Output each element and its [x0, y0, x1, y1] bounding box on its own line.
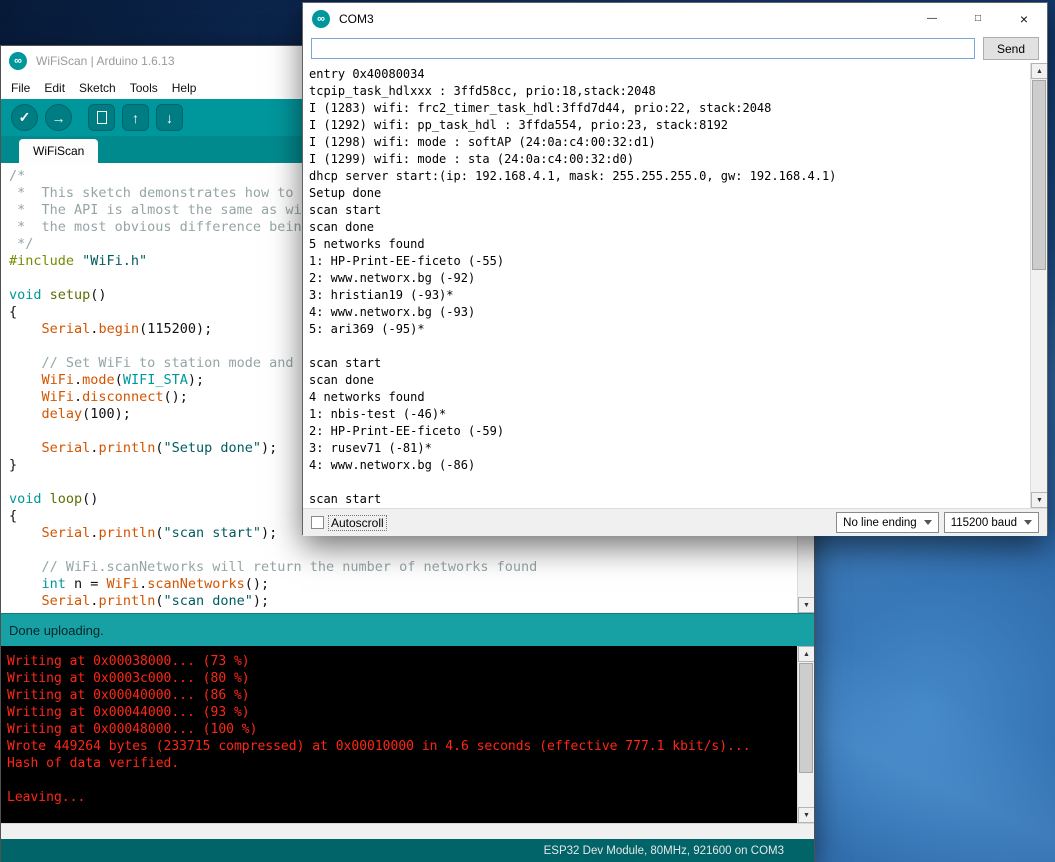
- tab-wifiscan[interactable]: WiFiScan: [19, 139, 98, 163]
- serial-output-line: 1: nbis-test (-46)*: [309, 406, 1047, 423]
- serial-output-line: 2: HP-Print-EE-ficeto (-59): [309, 423, 1047, 440]
- arrow-up-icon: ↑: [132, 110, 139, 126]
- serial-output-line: 4: www.networx.bg (-86): [309, 457, 1047, 474]
- baud-rate-select[interactable]: 115200 baud: [944, 512, 1039, 533]
- arduino-logo-icon: ∞: [9, 52, 27, 70]
- console-line: Hash of data verified.: [7, 755, 814, 772]
- scroll-down-icon[interactable]: ▼: [798, 807, 814, 823]
- serial-bottom-bar: Autoscroll No line ending 115200 baud: [303, 508, 1047, 536]
- code-line: Serial.println("scan done");: [9, 593, 814, 610]
- chevron-down-icon: [924, 520, 932, 525]
- code-line: [9, 542, 814, 559]
- serial-output-line: scan start: [309, 491, 1047, 508]
- serial-output-line: [309, 474, 1047, 491]
- serial-output-line: dhcp server start:(ip: 192.168.4.1, mask…: [309, 168, 1047, 185]
- ide-window-title: WiFiScan | Arduino 1.6.13: [36, 54, 175, 68]
- windows-desktop: ∞ WiFiScan | Arduino 1.6.13 FileEditSket…: [0, 0, 1055, 862]
- serial-output-line: 4: www.networx.bg (-93): [309, 304, 1047, 321]
- serial-output-line: 4 networks found: [309, 389, 1047, 406]
- serial-input[interactable]: [311, 38, 975, 59]
- console-line: Leaving...: [7, 789, 814, 806]
- arrow-right-icon: →: [52, 110, 66, 126]
- menu-file[interactable]: File: [4, 78, 37, 98]
- check-icon: ✓: [19, 109, 31, 126]
- baud-rate-value: 115200 baud: [951, 517, 1017, 529]
- scroll-down-icon[interactable]: ▼: [1031, 492, 1047, 508]
- minimize-icon: —: [927, 13, 937, 24]
- console-line: Wrote 449264 bytes (233715 compressed) a…: [7, 738, 814, 755]
- serial-output-line: scan start: [309, 202, 1047, 219]
- serial-output: entry 0x40080034tcpip_task_hdlxxx : 3ffd…: [303, 63, 1047, 508]
- console-line: Writing at 0x00048000... (100 %): [7, 721, 814, 738]
- serial-output-line: I (1299) wifi: mode : sta (24:0a:c4:00:3…: [309, 151, 1047, 168]
- upload-button[interactable]: →: [45, 104, 72, 131]
- console-line: Writing at 0x00038000... (73 %): [7, 653, 814, 670]
- scroll-up-icon[interactable]: ▲: [798, 646, 814, 662]
- ide-status-message: Done uploading.: [1, 613, 814, 646]
- menu-help[interactable]: Help: [165, 78, 204, 98]
- new-sketch-button[interactable]: [88, 104, 115, 131]
- code-line: int n = WiFi.scanNetworks();: [9, 576, 814, 593]
- maximize-button[interactable]: □: [955, 3, 1001, 34]
- serial-titlebar[interactable]: ∞ COM3 — □ ×: [303, 3, 1047, 34]
- code-line: // WiFi.scanNetworks will return the num…: [9, 559, 814, 576]
- serial-input-row: Send: [303, 34, 1047, 63]
- serial-output-line: scan done: [309, 219, 1047, 236]
- scroll-up-icon[interactable]: ▲: [1031, 63, 1047, 79]
- scroll-down-icon[interactable]: ▼: [798, 597, 814, 613]
- serial-window-title: COM3: [339, 12, 374, 26]
- console-line: [7, 772, 814, 789]
- chevron-down-icon: [1024, 520, 1032, 525]
- tab-label: WiFiScan: [33, 144, 84, 158]
- serial-output-line: I (1298) wifi: mode : softAP (24:0a:c4:0…: [309, 134, 1047, 151]
- menu-tools[interactable]: Tools: [123, 78, 165, 98]
- console-line: Writing at 0x00044000... (93 %): [7, 704, 814, 721]
- serial-output-line: 1: HP-Print-EE-ficeto (-55): [309, 253, 1047, 270]
- save-button[interactable]: ↓: [156, 104, 183, 131]
- serial-scrollbar-thumb[interactable]: [1032, 80, 1046, 270]
- console-scrollbar-thumb[interactable]: [799, 663, 813, 773]
- verify-button[interactable]: ✓: [11, 104, 38, 131]
- serial-output-line: [309, 338, 1047, 355]
- arduino-logo-icon: ∞: [312, 10, 330, 28]
- serial-output-line: I (1283) wifi: frc2_timer_task_hdl:3ffd7…: [309, 100, 1047, 117]
- new-document-icon: [97, 111, 107, 124]
- ide-console: Writing at 0x00038000... (73 %)Writing a…: [1, 646, 814, 823]
- console-output: Writing at 0x00038000... (73 %)Writing a…: [1, 646, 814, 806]
- minimize-button[interactable]: —: [909, 3, 955, 34]
- menu-edit[interactable]: Edit: [37, 78, 72, 98]
- window-controls: — □ ×: [909, 3, 1047, 34]
- send-button[interactable]: Send: [983, 37, 1039, 60]
- serial-output-line: scan done: [309, 372, 1047, 389]
- serial-output-line: 3: rusev71 (-81)*: [309, 440, 1047, 457]
- serial-output-line: tcpip_task_hdlxxx : 3ffd58cc, prio:18,st…: [309, 83, 1047, 100]
- serial-output-line: entry 0x40080034: [309, 66, 1047, 83]
- console-line: Writing at 0x00040000... (86 %): [7, 687, 814, 704]
- ide-footer: ESP32 Dev Module, 80MHz, 921600 on COM3: [1, 839, 814, 862]
- serial-monitor-window: ∞ COM3 — □ × Send entry 0x40080034tcpip_…: [302, 2, 1048, 535]
- console-scrollbar[interactable]: ▲ ▼: [797, 646, 814, 823]
- autoscroll-label: Autoscroll: [329, 516, 386, 530]
- arrow-down-icon: ↓: [166, 110, 173, 126]
- serial-output-line: 3: hristian19 (-93)*: [309, 287, 1047, 304]
- line-ending-select[interactable]: No line ending: [836, 512, 939, 533]
- serial-output-line: scan start: [309, 355, 1047, 372]
- console-line: Writing at 0x0003c000... (80 %): [7, 670, 814, 687]
- board-status-text: ESP32 Dev Module, 80MHz, 921600 on COM3: [544, 845, 784, 857]
- serial-output-line: 5 networks found: [309, 236, 1047, 253]
- serial-output-line: Setup done: [309, 185, 1047, 202]
- maximize-icon: □: [975, 13, 981, 24]
- menu-sketch[interactable]: Sketch: [72, 78, 123, 98]
- close-icon: ×: [1020, 11, 1028, 27]
- serial-scrollbar[interactable]: ▲ ▼: [1030, 63, 1047, 508]
- open-button[interactable]: ↑: [122, 104, 149, 131]
- serial-output-line: 5: ari369 (-95)*: [309, 321, 1047, 338]
- close-button[interactable]: ×: [1001, 3, 1047, 34]
- serial-output-panel: entry 0x40080034tcpip_task_hdlxxx : 3ffd…: [303, 63, 1047, 508]
- serial-output-line: 2: www.networx.bg (-92): [309, 270, 1047, 287]
- autoscroll-checkbox[interactable]: [311, 516, 324, 529]
- console-horizontal-scrollbar[interactable]: [1, 823, 814, 839]
- serial-output-line: I (1292) wifi: pp_task_hdl : 3ffda554, p…: [309, 117, 1047, 134]
- line-ending-value: No line ending: [843, 517, 917, 529]
